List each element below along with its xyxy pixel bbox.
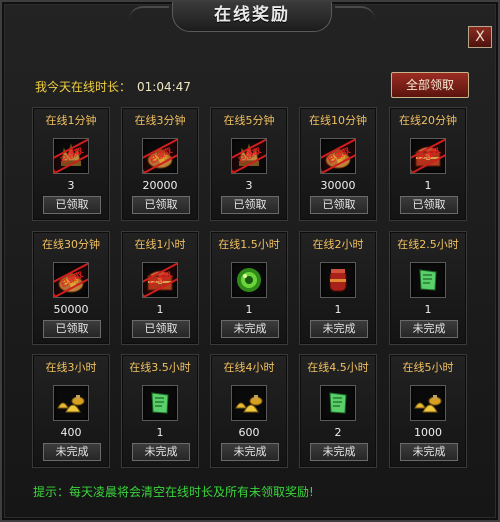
reward-card: 在线4小时 600 未完成: [210, 354, 288, 468]
reward-count: 1: [334, 303, 342, 316]
reward-count: 1: [156, 303, 164, 316]
reward-title: 在线4.5小时: [307, 361, 369, 374]
reward-item-slot[interactable]: [410, 385, 446, 421]
reward-card: 在线3小时 400 未完成: [32, 354, 110, 468]
reward-title: 在线2小时: [312, 238, 364, 251]
claimed-button[interactable]: 已领取: [43, 196, 101, 214]
claimed-button[interactable]: 已领取: [132, 196, 190, 214]
reward-count: 1: [424, 179, 432, 192]
reward-title: 在线3分钟: [134, 114, 186, 127]
reward-title: 在线10分钟: [309, 114, 367, 127]
reward-title: 在线5分钟: [223, 114, 275, 127]
incomplete-button[interactable]: 未完成: [400, 443, 458, 461]
reward-count: 1: [424, 303, 432, 316]
reward-title: 在线2.5小时: [397, 238, 459, 251]
reward-title: 在线30分钟: [42, 238, 100, 251]
reward-title: 在线4小时: [223, 361, 275, 374]
reward-card: 在线2小时 1 未完成: [299, 231, 377, 345]
reward-title: 在线1小时: [134, 238, 186, 251]
reward-item-slot[interactable]: 已领取: [231, 138, 267, 174]
reward-count: 1: [156, 426, 164, 439]
claim-all-button[interactable]: 全部领取: [391, 72, 469, 98]
reward-card: 在线1小时已领取 1 已领取: [121, 231, 199, 345]
reward-card: 在线5小时 1000 未完成: [389, 354, 467, 468]
reward-count: 600: [238, 426, 260, 439]
reward-title: 在线20分钟: [399, 114, 457, 127]
reward-title: 在线1分钟: [45, 114, 97, 127]
claimed-button[interactable]: 已领取: [221, 196, 279, 214]
reward-item-slot[interactable]: [142, 385, 178, 421]
reward-item-slot[interactable]: [410, 262, 446, 298]
reset-tip: 提示：每天凌晨将会清空在线时长及所有未领取奖励!: [33, 485, 314, 499]
reward-item-slot[interactable]: [231, 262, 267, 298]
reward-item-slot[interactable]: [53, 385, 89, 421]
reward-count: 30000: [320, 179, 356, 192]
online-duration-value: 01:04:47: [137, 80, 191, 94]
window-title: 在线奖励: [129, 2, 375, 32]
online-duration-label: 我今天在线时长：: [35, 80, 132, 94]
reward-card: 在线5分钟已领取 3 已领取: [210, 107, 288, 221]
reward-card: 在线10分钟已领取 30000 已领取: [299, 107, 377, 221]
reward-title: 在线5小时: [402, 361, 454, 374]
claimed-button[interactable]: 已领取: [132, 320, 190, 338]
online-duration: 我今天在线时长： 01:04:47: [35, 78, 191, 95]
claimed-button[interactable]: 已领取: [310, 196, 368, 214]
reward-card: 在线3.5小时 1 未完成: [121, 354, 199, 468]
reward-item-slot[interactable]: [231, 385, 267, 421]
reward-count: 2: [334, 426, 342, 439]
reward-title: 在线3.5小时: [129, 361, 191, 374]
claimed-button[interactable]: 已领取: [400, 196, 458, 214]
reward-count: 3: [67, 179, 75, 192]
incomplete-button[interactable]: 未完成: [400, 320, 458, 338]
reward-card: 在线2.5小时 1 未完成: [389, 231, 467, 345]
claimed-button[interactable]: 已领取: [43, 320, 101, 338]
incomplete-button[interactable]: 未完成: [221, 320, 279, 338]
reward-item-slot[interactable]: 已领取: [53, 262, 89, 298]
incomplete-button[interactable]: 未完成: [310, 443, 368, 461]
reward-item-slot[interactable]: 已领取: [53, 138, 89, 174]
incomplete-button[interactable]: 未完成: [221, 443, 279, 461]
close-button[interactable]: X: [468, 26, 492, 48]
reward-count: 20000: [142, 179, 178, 192]
reward-item-slot[interactable]: [320, 262, 356, 298]
reward-card: 在线1.5小时 1 未完成: [210, 231, 288, 345]
online-rewards-window: 在线奖励 X 我今天在线时长： 01:04:47 全部领取 在线1分钟已领取 3 已领…: [0, 0, 500, 522]
reward-item-slot[interactable]: [320, 385, 356, 421]
reward-card: 在线3分钟已领取 20000 已领取: [121, 107, 199, 221]
reward-item-slot[interactable]: 已领取: [142, 138, 178, 174]
incomplete-button[interactable]: 未完成: [43, 443, 101, 461]
reward-item-slot[interactable]: 已领取: [142, 262, 178, 298]
reward-count: 50000: [53, 303, 89, 316]
reward-card: 在线1分钟已领取 3 已领取: [32, 107, 110, 221]
reward-count: 1000: [414, 426, 442, 439]
reward-title: 在线3小时: [45, 361, 97, 374]
reward-item-slot[interactable]: 已领取: [320, 138, 356, 174]
reward-count: 3: [245, 179, 253, 192]
reward-card: 在线4.5小时 2 未完成: [299, 354, 377, 468]
reward-count: 1: [245, 303, 253, 316]
reward-item-slot[interactable]: 已领取: [410, 138, 446, 174]
reward-title: 在线1.5小时: [218, 238, 280, 251]
reward-card: 在线30分钟已领取 50000 已领取: [32, 231, 110, 345]
incomplete-button[interactable]: 未完成: [132, 443, 190, 461]
reward-count: 400: [60, 426, 82, 439]
incomplete-button[interactable]: 未完成: [310, 320, 368, 338]
reward-card: 在线20分钟已领取 1 已领取: [389, 107, 467, 221]
